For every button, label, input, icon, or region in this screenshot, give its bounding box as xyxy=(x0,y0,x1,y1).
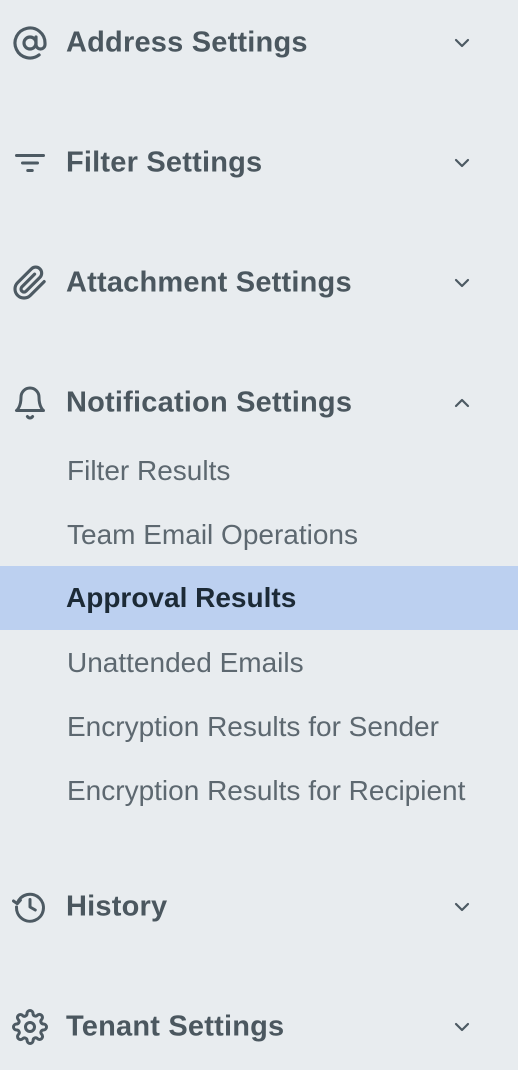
section-label: Filter Settings xyxy=(66,146,263,179)
gear-icon xyxy=(12,1009,48,1045)
nav-item-label: Encryption Results for Recipient xyxy=(67,775,466,806)
chevron-down-icon[interactable] xyxy=(448,269,476,297)
nav-item-unattended-emails[interactable]: Unattended Emails xyxy=(0,631,518,695)
section-attachment-settings[interactable]: Attachment Settings xyxy=(0,251,518,315)
chevron-down-icon[interactable] xyxy=(448,29,476,57)
chevron-up-icon[interactable] xyxy=(448,389,476,417)
section-label: Attachment Settings xyxy=(66,266,352,299)
history-icon xyxy=(12,889,48,925)
chevron-down-icon[interactable] xyxy=(448,893,476,921)
nav-item-label: Team Email Operations xyxy=(67,519,359,550)
chevron-down-icon[interactable] xyxy=(448,1013,476,1041)
nav-item-approval-results[interactable]: Approval Results xyxy=(0,566,518,630)
nav-item-encryption-results-sender[interactable]: Encryption Results for Sender xyxy=(0,695,518,759)
paperclip-icon xyxy=(12,265,48,301)
at-sign-icon xyxy=(12,25,48,61)
section-address-settings[interactable]: Address Settings xyxy=(0,11,518,75)
nav-item-label: Unattended Emails xyxy=(67,647,304,678)
chevron-down-icon[interactable] xyxy=(448,149,476,177)
section-filter-settings[interactable]: Filter Settings xyxy=(0,131,518,195)
section-label: History xyxy=(66,890,168,923)
section-tenant-settings[interactable]: Tenant Settings xyxy=(0,995,518,1059)
section-notification-settings[interactable]: Notification Settings xyxy=(0,371,518,435)
nav-item-encryption-results-recipient[interactable]: Encryption Results for Recipient xyxy=(0,759,518,823)
section-label: Notification Settings xyxy=(66,386,353,419)
nav-item-label: Encryption Results for Sender xyxy=(67,711,439,742)
section-history[interactable]: History xyxy=(0,875,518,939)
nav-item-label: Filter Results xyxy=(67,455,231,486)
sidebar-nav: Address Settings Filter Settings Attachm… xyxy=(0,0,518,1070)
nav-item-label: Approval Results xyxy=(66,582,297,613)
filter-icon xyxy=(12,145,48,181)
nav-item-team-email-operations[interactable]: Team Email Operations xyxy=(0,503,518,567)
section-label: Address Settings xyxy=(66,26,308,59)
section-label: Tenant Settings xyxy=(66,1010,285,1043)
bell-icon xyxy=(12,385,48,421)
nav-item-filter-results[interactable]: Filter Results xyxy=(0,439,518,503)
